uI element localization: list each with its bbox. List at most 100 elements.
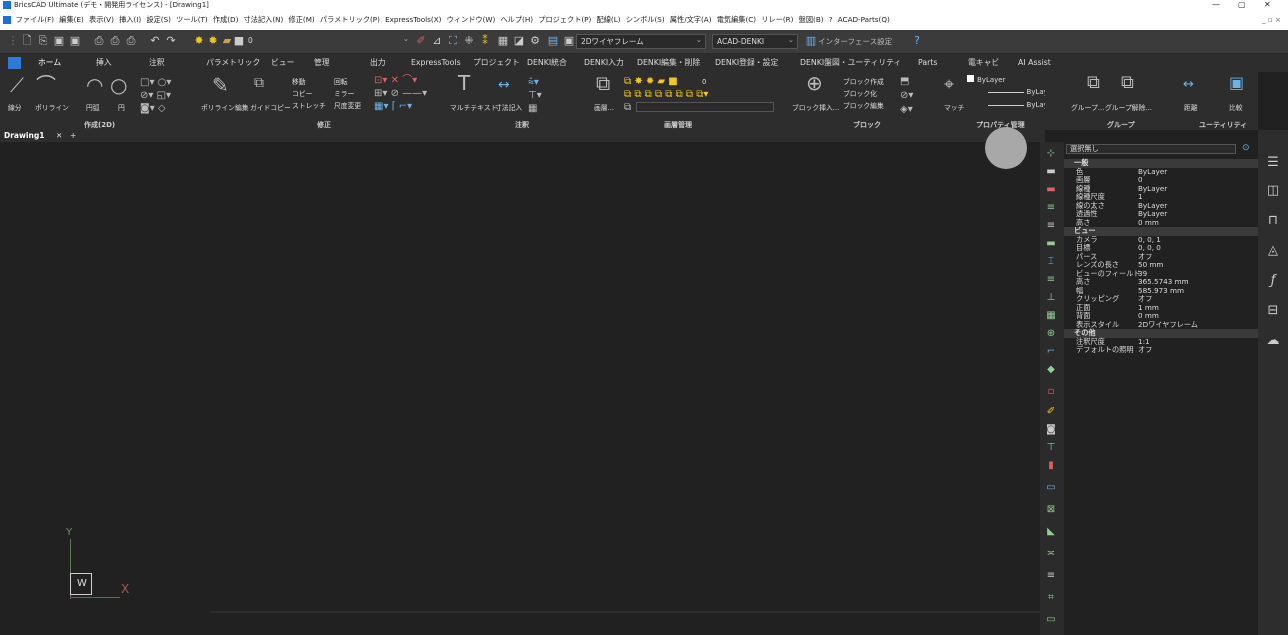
snap-tan-icon[interactable]: ▦ bbox=[1045, 310, 1057, 322]
tool-c-icon[interactable]: ▮ bbox=[1045, 460, 1057, 472]
tab-manage[interactable]: 管理 bbox=[314, 54, 330, 72]
menu-item[interactable]: ファイル(F) bbox=[13, 10, 57, 30]
dimension-icon[interactable]: ↔ bbox=[498, 78, 510, 92]
tool-h-icon[interactable]: ≡ bbox=[1045, 570, 1057, 582]
property-row[interactable]: 色 ByLayer bbox=[1064, 167, 1258, 177]
snap-cen-icon[interactable]: ▬ bbox=[1045, 184, 1057, 196]
function-tab-icon[interactable]: ƒ bbox=[1264, 272, 1282, 290]
print-icon[interactable]: ⎙ bbox=[108, 34, 122, 48]
tool-i-icon[interactable]: ⌗ bbox=[1045, 592, 1057, 604]
attach-tab-icon[interactable]: ⊓ bbox=[1264, 212, 1282, 230]
move-button[interactable]: 移動 bbox=[292, 76, 306, 86]
quick-select-icon[interactable]: ⊙ bbox=[1242, 143, 1250, 153]
match-properties-icon[interactable]: ⌖ bbox=[944, 76, 954, 94]
interface-icon[interactable]: ▥ bbox=[804, 34, 818, 48]
layer-filter-dropdown[interactable] bbox=[636, 102, 774, 112]
layer-tools-row2[interactable]: ⧉ ⧉ ⧉ ⧉ ⧉ ⧉ ⧉ ⧉▾ bbox=[624, 88, 708, 102]
tool-j-icon[interactable]: ▭ bbox=[1045, 614, 1057, 626]
menu-item[interactable]: リレー(R) bbox=[759, 10, 796, 30]
lightbulb-icon[interactable]: ⁑ bbox=[478, 34, 492, 48]
menu-item[interactable]: ACAD-Parts(Q) bbox=[835, 10, 892, 30]
snap-mid-icon[interactable]: ▬ bbox=[1045, 166, 1057, 178]
print-preview-icon[interactable]: ⎙ bbox=[92, 34, 106, 48]
layer-dropdown[interactable]: 0 bbox=[244, 34, 412, 49]
save-as-icon[interactable]: ▣ bbox=[68, 34, 82, 48]
view-icon[interactable]: ▣ bbox=[562, 34, 576, 48]
structure-tab-icon[interactable]: ⊟ bbox=[1264, 302, 1282, 320]
pencil-icon[interactable]: ✐ bbox=[1045, 406, 1057, 418]
tab-denki-integration[interactable]: DENKI統合 bbox=[527, 54, 567, 72]
snap-perp-icon[interactable]: ⊥ bbox=[1045, 292, 1057, 304]
modify-extra-icons[interactable]: ⊡▾ ✕ ⌒▾ bbox=[374, 74, 417, 88]
tab-denkyabi[interactable]: 電キャビ bbox=[968, 54, 999, 72]
tool-icon[interactable]: ✐ bbox=[414, 34, 428, 48]
tool-d-icon[interactable]: ▭ bbox=[1045, 482, 1057, 494]
snap-ext-icon[interactable]: ⌶ bbox=[1045, 256, 1057, 268]
rectangle-icon[interactable]: □▾ ○▾ bbox=[140, 76, 171, 90]
hatch-icon[interactable]: ⊘▾ ◱▾ bbox=[140, 89, 171, 103]
drawing-canvas[interactable]: Y X W bbox=[0, 127, 1040, 635]
block-edit-button[interactable]: ブロック編集 bbox=[843, 100, 884, 110]
guide-copy-icon[interactable]: ⧉ bbox=[254, 76, 264, 90]
tab-denki-register[interactable]: DENKI登録・設定 bbox=[715, 54, 778, 72]
tab-denki-panel[interactable]: DENKI盤図・ユーティリティ bbox=[800, 54, 901, 72]
rotate-button[interactable]: 回転 bbox=[334, 76, 348, 86]
doc-tab-drawing1[interactable]: Drawing1 bbox=[4, 131, 44, 140]
tab-project[interactable]: プロジェクト bbox=[473, 54, 520, 72]
doc-tab-add-icon[interactable]: + bbox=[70, 131, 76, 140]
panel-icon[interactable]: ▤ bbox=[546, 34, 560, 48]
menu-item[interactable]: パラメトリック(P) bbox=[317, 10, 382, 30]
polyline-edit-icon[interactable]: ✎ bbox=[212, 75, 229, 95]
tab-expresstools[interactable]: ExpressTools bbox=[411, 54, 461, 72]
circle-icon[interactable]: ○ bbox=[110, 75, 127, 95]
snap-end-icon[interactable]: ⊹ bbox=[1045, 148, 1057, 160]
chart-icon[interactable]: ◪ bbox=[512, 34, 526, 48]
tab-home[interactable]: ホーム bbox=[38, 54, 61, 72]
visual-style-dropdown[interactable]: 2Dワイヤフレーム bbox=[576, 34, 706, 49]
tool-e-icon[interactable]: ⊠ bbox=[1045, 504, 1057, 516]
filter-icon[interactable]: ⁜ bbox=[462, 34, 476, 48]
mirror-button[interactable]: ミラー bbox=[334, 88, 354, 98]
group-icon[interactable]: ⧉ bbox=[1087, 74, 1100, 92]
text-style-icon[interactable]: ⊤▾ bbox=[528, 89, 542, 103]
layers-tab-icon[interactable]: ◫ bbox=[1264, 182, 1282, 200]
tool-a-icon[interactable]: ◙ bbox=[1045, 424, 1057, 436]
layer-tools-row3[interactable]: ⧉ bbox=[624, 101, 631, 115]
block-attr-icons[interactable]: ⬒ ⊘▾ ◈▾ bbox=[900, 75, 913, 117]
open-icon[interactable]: ⎘ bbox=[36, 34, 50, 48]
menu-item[interactable]: 属性/文字(A) bbox=[667, 10, 714, 30]
new-icon[interactable]: 🗋 bbox=[20, 34, 34, 48]
undo-icon[interactable]: ↶ bbox=[148, 34, 162, 48]
menu-item[interactable]: ExpressTools(X) bbox=[383, 10, 445, 30]
tool-g-icon[interactable]: ≍ bbox=[1045, 548, 1057, 560]
property-row[interactable]: クリッピング オフ bbox=[1064, 294, 1258, 304]
menu-item[interactable]: シンボル(S) bbox=[623, 10, 667, 30]
ungroup-icon[interactable]: ⧉ bbox=[1121, 74, 1134, 92]
arc-icon[interactable]: ◠ bbox=[86, 75, 103, 95]
redo-icon[interactable]: ↷ bbox=[164, 34, 178, 48]
gear-icon[interactable]: ⚙ bbox=[528, 34, 542, 48]
compare-icon[interactable]: ▣ bbox=[1229, 75, 1244, 91]
mtext-icon[interactable]: T bbox=[458, 73, 470, 93]
snap-int-icon[interactable]: ▬ bbox=[1045, 238, 1057, 250]
tab-parametric[interactable]: パラメトリック bbox=[206, 54, 260, 72]
library-tab-icon[interactable]: ◬ bbox=[1264, 242, 1282, 260]
tab-denki-input[interactable]: DENKI入力 bbox=[584, 54, 624, 72]
cloud-tab-icon[interactable]: ☁ bbox=[1264, 332, 1282, 350]
snap-icon[interactable]: ⊿ bbox=[430, 34, 444, 48]
interface-settings-label[interactable]: インターフェース設定 bbox=[818, 36, 892, 47]
property-row[interactable]: 透過性 ByLayer bbox=[1064, 209, 1258, 219]
snap-near-icon[interactable]: ⊕ bbox=[1045, 328, 1057, 340]
snap-quad-icon[interactable]: ≡ bbox=[1045, 220, 1057, 232]
publish-icon[interactable]: ⎙ bbox=[124, 34, 138, 48]
property-row[interactable]: カメラ 0, 0, 1 bbox=[1064, 235, 1258, 245]
layer-state-icon[interactable]: ✸ bbox=[192, 34, 206, 48]
minimize-button[interactable]: — bbox=[1212, 0, 1220, 10]
layer-tools-row1[interactable]: ⧉ ✸ ✹ ▰ ■ bbox=[624, 75, 678, 89]
menu-item[interactable]: 電気編集(C) bbox=[714, 10, 759, 30]
menu-item[interactable]: ツール(T) bbox=[174, 10, 211, 30]
doc-tab-close-icon[interactable]: ✕ bbox=[56, 131, 62, 140]
maximize-button[interactable]: ▢ bbox=[1238, 0, 1246, 10]
tab-ai-assist[interactable]: AI Assist bbox=[1018, 54, 1051, 72]
blockify-button[interactable]: ブロック化 bbox=[843, 88, 877, 98]
